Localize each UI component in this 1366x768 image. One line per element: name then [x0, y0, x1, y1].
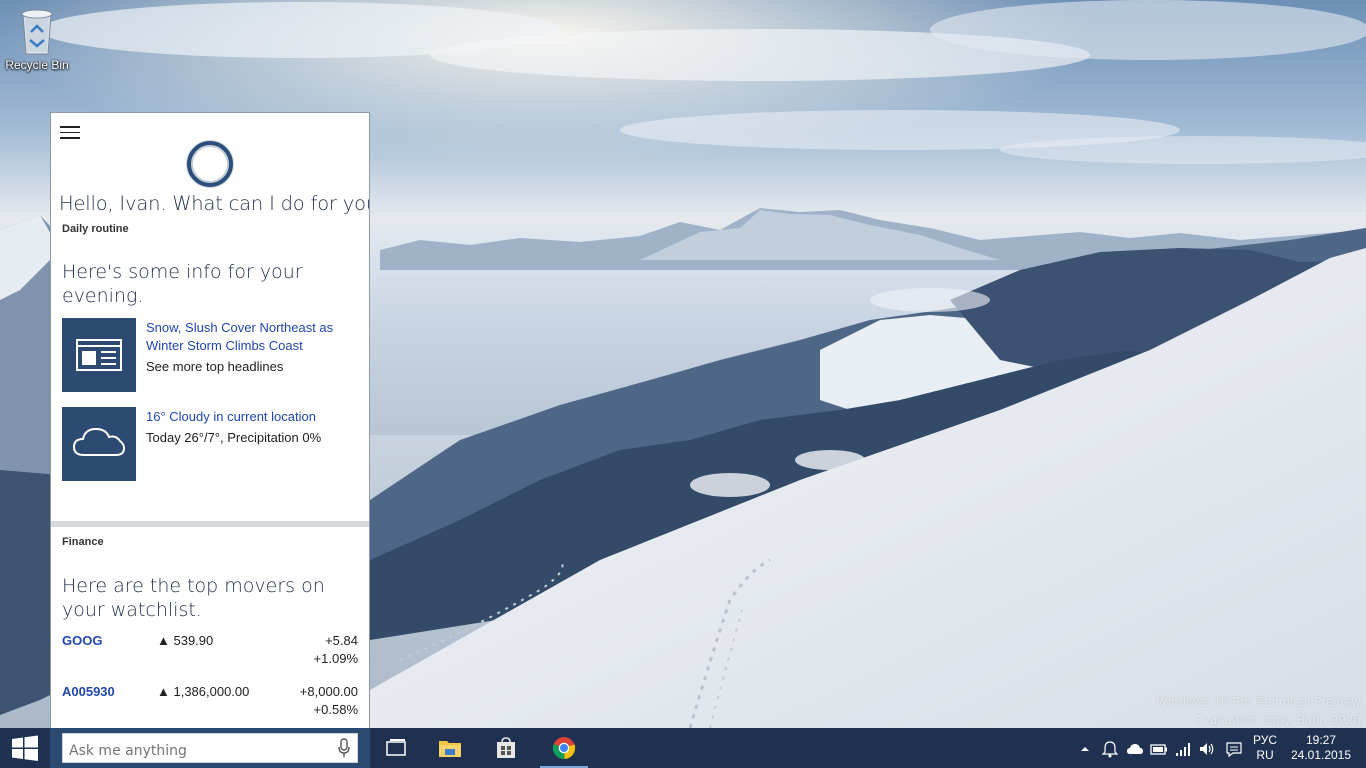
cloud-icon [72, 427, 126, 456]
network-signal-icon[interactable] [1174, 740, 1192, 758]
language-code: РУС [1252, 733, 1278, 747]
windows-logo-icon [12, 735, 38, 761]
recycle-bin-icon [21, 9, 53, 55]
task-view-icon [386, 739, 406, 756]
news-headline-link[interactable]: Snow, Slush Cover Northeast as Winter St… [146, 319, 356, 355]
finance-heading: Here are the top movers on your watchlis… [62, 575, 325, 621]
file-explorer-icon [439, 741, 461, 757]
stock-change-abs: +5.84 [325, 633, 358, 648]
taskbar: РУС RU 19:27 24.01.2015 [0, 728, 1366, 768]
news-tile[interactable] [62, 318, 136, 392]
news-more-headlines[interactable]: See more top headlines [146, 358, 283, 376]
build-watermark: Windows 10 Pro Technical Preview Evaluat… [1156, 693, 1361, 728]
watermark-line-1: Windows 10 Pro Technical Preview [1156, 695, 1361, 709]
volume-icon[interactable] [1198, 740, 1216, 758]
stock-change-pct: +0.58% [313, 702, 358, 717]
finance-label: Finance [62, 536, 104, 548]
stock-price: ▲ 1,386,000.00 [157, 684, 250, 699]
action-center-icon[interactable] [1225, 740, 1243, 758]
weather-tile[interactable] [62, 407, 136, 481]
notification-bell-icon[interactable] [1101, 740, 1119, 758]
language-region: RU [1256, 748, 1274, 762]
section-divider [51, 521, 369, 527]
clock-time: 19:27 [1305, 733, 1337, 747]
chrome-icon [552, 737, 576, 760]
recycle-bin[interactable]: Recycle Bin [4, 4, 70, 72]
hamburger-menu-icon[interactable] [60, 126, 82, 142]
cortana-panel: Hello, Ivan. What can I do for you? Dail… [50, 112, 370, 728]
daily-routine-label: Daily routine [62, 223, 129, 235]
search-area [50, 728, 370, 768]
stock-row[interactable]: A005930 ▲ 1,386,000.00 +8,000.00 +0.58% [62, 683, 358, 723]
stock-change: +5.84 +1.09% [314, 632, 358, 668]
evening-heading: Here's some info for your evening. [62, 261, 303, 307]
input-language-indicator[interactable]: РУС RU [1248, 733, 1282, 763]
watermark-line-2: Evaluation copy. Build 9926 [1195, 713, 1361, 727]
cortana-icon [187, 141, 233, 187]
stock-change: +8,000.00 +0.58% [300, 683, 358, 719]
task-view-button[interactable] [372, 728, 420, 768]
stock-change-pct: +1.09% [313, 651, 358, 666]
onedrive-icon[interactable] [1126, 740, 1144, 758]
clock-date: 24.01.2015 [1290, 748, 1352, 762]
battery-icon[interactable] [1150, 740, 1168, 758]
stock-symbol[interactable]: GOOG [62, 632, 102, 650]
store-icon [497, 737, 515, 758]
file-explorer-button[interactable] [426, 728, 474, 768]
chrome-button[interactable] [540, 728, 588, 768]
newspaper-icon [76, 339, 122, 371]
stock-row[interactable]: GOOG ▲ 539.90 +5.84 +1.09% [62, 632, 358, 672]
start-button[interactable] [0, 728, 50, 768]
clock[interactable]: 19:27 24.01.2015 [1288, 733, 1354, 763]
show-hidden-icons-icon[interactable] [1076, 740, 1094, 758]
recycle-bin-label: Recycle Bin [5, 58, 69, 72]
cortana-greeting: Hello, Ivan. What can I do for you? [59, 192, 370, 215]
weather-forecast: Today 26°/7°, Precipitation 0% [146, 430, 322, 445]
weather-current-link[interactable]: 16° Cloudy in current location [146, 408, 356, 426]
stock-symbol[interactable]: A005930 [62, 683, 115, 701]
microphone-icon[interactable] [338, 738, 350, 758]
store-button[interactable] [482, 728, 530, 768]
stock-price: ▲ 539.90 [157, 633, 214, 648]
cortana-search-input[interactable] [62, 733, 358, 763]
stock-change-abs: +8,000.00 [299, 684, 358, 699]
